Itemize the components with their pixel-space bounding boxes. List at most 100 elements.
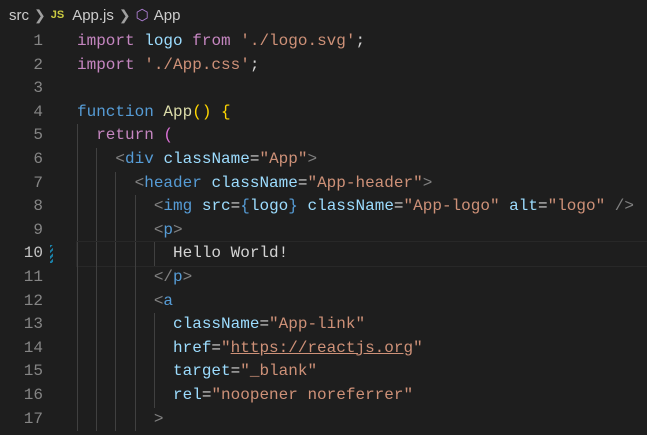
- indent-guide: [115, 336, 117, 361]
- code-token: logo: [144, 32, 183, 50]
- code-text: className="App-link": [77, 313, 647, 337]
- code-token: =: [201, 385, 212, 404]
- line-number: 15: [23, 362, 43, 381]
- code-token: =: [259, 315, 270, 334]
- code-line: 2 import './App.css';: [0, 54, 647, 78]
- indent-guide: [115, 195, 117, 219]
- code-token: (): [192, 102, 212, 121]
- code-token: p: [163, 220, 174, 239]
- breadcrumb-file[interactable]: App.js: [72, 7, 114, 24]
- code-line: 7 <header className="App-header">: [0, 171, 647, 196]
- code-token: alt: [509, 197, 538, 216]
- code-token: "logo": [547, 197, 606, 216]
- code-line: 11 </p>: [0, 265, 647, 290]
- indent-guide: [77, 289, 78, 314]
- indent-guide: [77, 195, 78, 219]
- line-number: 1: [33, 32, 43, 50]
- code-text: rel="noopener noreferrer": [77, 383, 647, 408]
- code-token: from: [192, 32, 231, 50]
- indent-guide: [153, 313, 155, 337]
- indent-guide: [96, 313, 98, 337]
- code-token: <: [134, 173, 145, 192]
- code-editor[interactable]: 1 import logo from './logo.svg'; 2 import '…: [0, 30, 647, 432]
- line-number: 3: [33, 79, 43, 98]
- code-line: 6 <div className="App">: [0, 147, 647, 172]
- code-token: =: [211, 338, 222, 357]
- code-token: =: [230, 197, 241, 216]
- code-token: ;: [355, 32, 366, 50]
- code-line: 9 <p>: [0, 218, 647, 243]
- indent-guide: [96, 218, 98, 243]
- code-line: 8 <img src={logo} className="App-logo" a…: [0, 195, 647, 219]
- indent-guide: [134, 289, 136, 314]
- code-line: 3: [0, 77, 647, 101]
- line-number: 2: [33, 55, 43, 74]
- code-token: }: [288, 197, 298, 216]
- line-number: 6: [33, 149, 43, 168]
- code-token: Hello World!: [173, 244, 289, 263]
- code-line: 1 import logo from './logo.svg';: [0, 30, 647, 54]
- code-text: Hello World!: [76, 241, 647, 267]
- indent-guide: [96, 383, 98, 408]
- code-line: 12 <a: [0, 289, 647, 314]
- indent-guide: [115, 407, 117, 432]
- indent-guide: [134, 242, 136, 266]
- code-token: logo: [249, 197, 289, 216]
- indent-guide: [134, 383, 136, 408]
- code-token[interactable]: https://reactjs.org: [231, 339, 413, 357]
- code-token: =: [393, 197, 404, 216]
- modified-line-indicator: [50, 245, 53, 264]
- breadcrumb-folder[interactable]: src: [9, 7, 29, 24]
- breadcrumb-symbol[interactable]: App: [154, 7, 181, 24]
- code-token: (: [163, 126, 174, 145]
- code-text: import logo from './logo.svg';: [77, 30, 647, 54]
- code-token: header: [144, 173, 202, 192]
- indent-guide: [96, 360, 98, 384]
- code-line: 10 Hello World!: [0, 241, 647, 267]
- indent-guide: [77, 147, 78, 172]
- indent-guide: [115, 218, 117, 243]
- code-text: >: [77, 407, 647, 432]
- code-text: return (: [77, 124, 647, 148]
- code-token: className: [163, 149, 250, 168]
- code-token: href: [173, 338, 212, 357]
- line-number: 7: [33, 173, 43, 192]
- code-token: ": [413, 338, 423, 357]
- line-number: 9: [33, 220, 43, 239]
- code-text: <img src={logo} className="App-logo" alt…: [77, 195, 647, 219]
- code-line: 14 href="https://reactjs.org": [0, 336, 647, 361]
- indent-guide: [134, 360, 136, 384]
- code-token: >: [182, 267, 193, 286]
- code-token: a: [163, 291, 174, 310]
- code-token: <: [153, 291, 164, 310]
- indent-guide: [96, 407, 98, 432]
- code-token: src: [201, 197, 231, 216]
- code-token: './App.css': [144, 55, 250, 74]
- line-number: 11: [23, 267, 43, 286]
- code-token: p: [173, 267, 183, 286]
- indent-guide: [77, 360, 78, 384]
- indent-guide: [77, 313, 78, 337]
- chevron-right-icon: ❯: [118, 6, 131, 23]
- indent-guide: [96, 289, 98, 314]
- code-token: "App-logo": [403, 197, 500, 216]
- code-token: >: [173, 220, 183, 239]
- indent-guide: [153, 383, 155, 408]
- indent-guide: [153, 242, 155, 266]
- indent-guide: [77, 242, 78, 266]
- indent-guide: [115, 289, 117, 314]
- indent-guide: [77, 171, 78, 196]
- indent-guide: [115, 360, 117, 384]
- code-text: target="_blank": [77, 360, 647, 384]
- line-number: 14: [23, 338, 43, 357]
- code-token: ": [221, 338, 231, 357]
